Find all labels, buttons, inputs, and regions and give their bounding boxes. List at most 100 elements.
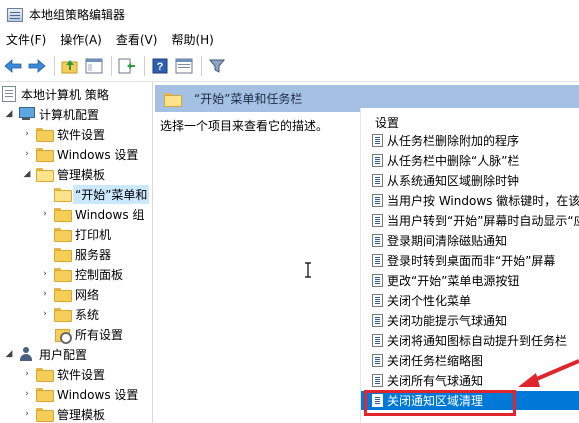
forward-button[interactable] xyxy=(26,55,48,77)
setting-label: 关闭任务栏缩略图 xyxy=(387,354,484,368)
export-list-button[interactable] xyxy=(116,55,138,77)
policy-setting-icon xyxy=(372,354,383,367)
window-title: 本地组策略编辑器 xyxy=(29,8,126,22)
svg-text:?: ? xyxy=(157,61,164,73)
expand-icon[interactable]: › xyxy=(40,289,50,299)
expand-icon[interactable]: › xyxy=(22,369,32,379)
highlight-annotation xyxy=(364,390,516,416)
properties-button[interactable] xyxy=(173,55,195,77)
collapse-icon[interactable]: ◢ xyxy=(22,169,32,179)
help-icon: ? xyxy=(152,58,168,74)
setting-row[interactable]: 从系统通知区域删除时钟 xyxy=(361,171,579,190)
collapse-icon[interactable]: ◢ xyxy=(4,349,14,359)
setting-row[interactable]: 更改“开始”菜单电源按钮 xyxy=(361,271,579,290)
expand-icon[interactable]: › xyxy=(40,209,50,219)
setting-row[interactable]: 关闭将通知图标自动提升到任务栏 xyxy=(361,331,579,350)
folder-icon xyxy=(54,268,72,282)
help-button[interactable]: ? xyxy=(149,55,171,77)
console-tree[interactable]: 本地计算机 策略 ◢ 计算机配置 › 软件设置 › Windows 设置 ◢ 管… xyxy=(0,82,153,423)
setting-row[interactable]: 登录期间清除磁贴通知 xyxy=(361,231,579,250)
tree-item-local-policy[interactable]: 本地计算机 策略 xyxy=(0,84,109,104)
tree-item-network[interactable]: › 网络 xyxy=(40,284,99,304)
folder-icon xyxy=(54,228,72,242)
setting-row[interactable]: 关闭个性化菜单 xyxy=(361,291,579,310)
tree-item-computer-config[interactable]: ◢ 计算机配置 xyxy=(4,104,99,124)
up-folder-button[interactable] xyxy=(59,55,81,77)
expand-icon[interactable]: › xyxy=(22,389,32,399)
back-arrow-icon xyxy=(4,59,22,73)
tree-item-server[interactable]: 服务器 xyxy=(40,244,111,264)
filter-button[interactable] xyxy=(206,55,228,77)
setting-label: 登录期间清除磁贴通知 xyxy=(387,234,508,248)
setting-row[interactable]: 关闭功能提示气球通知 xyxy=(361,311,579,330)
menu-action[interactable]: 操作(A) xyxy=(53,29,109,51)
show-hide-tree-button[interactable] xyxy=(83,55,105,77)
policy-setting-icon xyxy=(372,274,383,287)
menu-view[interactable]: 查看(V) xyxy=(109,29,165,51)
setting-label: 更改“开始”菜单电源按钮 xyxy=(387,274,520,288)
setting-row[interactable]: 当用户转到“开始”屏幕时自动显示“应用 xyxy=(361,211,579,230)
setting-row[interactable]: 从任务栏删除附加的程序 xyxy=(361,131,579,150)
folder-icon xyxy=(36,408,54,422)
setting-label: 关闭个性化菜单 xyxy=(387,294,472,308)
setting-row[interactable]: 当用户按 Windows 徽标键时，在该用 xyxy=(361,191,579,210)
forward-arrow-icon xyxy=(28,59,46,73)
expand-icon[interactable]: › xyxy=(22,409,32,419)
policy-setting-icon xyxy=(372,234,383,247)
tree-item-user-config[interactable]: ◢ 用户配置 xyxy=(4,344,87,364)
app-icon xyxy=(7,7,23,22)
folder-icon xyxy=(54,288,72,302)
tree-item-user-windows-settings[interactable]: › Windows 设置 xyxy=(22,384,138,404)
back-button[interactable] xyxy=(2,55,24,77)
filter-icon xyxy=(209,59,225,73)
setting-label: 从任务栏删除附加的程序 xyxy=(387,134,520,148)
tree-item-software-settings[interactable]: › 软件设置 xyxy=(22,124,105,144)
tree-item-user-software-settings[interactable]: › 软件设置 xyxy=(22,364,105,384)
setting-row[interactable]: 从任务栏中删除“人脉”栏 xyxy=(361,151,579,170)
tree-item-all-settings[interactable]: 所有设置 xyxy=(40,324,123,344)
policy-setting-icon xyxy=(372,214,383,227)
open-folder-icon xyxy=(54,188,72,202)
folder-icon xyxy=(36,368,54,382)
policy-setting-icon xyxy=(372,134,383,147)
setting-row[interactable]: 登录时转到桌面而非“开始”屏幕 xyxy=(361,251,579,270)
setting-label: 从系统通知区域删除时钟 xyxy=(387,174,520,188)
tree-item-windows-components[interactable]: › Windows 组 xyxy=(40,204,144,224)
menu-help[interactable]: 帮助(H) xyxy=(164,29,220,51)
tree-item-start-menu-taskbar[interactable]: “开始”菜单和 xyxy=(40,184,150,204)
setting-label: 当用户按 Windows 徽标键时，在该用 xyxy=(387,194,579,208)
folder-icon xyxy=(54,248,72,262)
menu-file[interactable]: 文件(F) xyxy=(0,29,53,51)
policy-setting-icon xyxy=(372,174,383,187)
collapse-icon[interactable]: ◢ xyxy=(4,109,14,119)
policy-setting-icon xyxy=(372,254,383,267)
expand-icon[interactable]: › xyxy=(22,149,32,159)
expand-icon[interactable]: › xyxy=(22,129,32,139)
tree-item-windows-settings[interactable]: › Windows 设置 xyxy=(22,144,138,164)
setting-label: 关闭将通知图标自动提升到任务栏 xyxy=(387,334,568,348)
tree-item-printers[interactable]: 打印机 xyxy=(40,224,111,244)
computer-icon xyxy=(18,107,35,121)
tree-item-system[interactable]: › 系统 xyxy=(40,304,99,324)
tree-item-admin-templates[interactable]: ◢ 管理模板 xyxy=(22,164,105,184)
folder-icon xyxy=(36,128,54,142)
export-icon xyxy=(118,58,135,74)
toolbar: ? xyxy=(0,51,579,82)
policy-setting-icon xyxy=(372,334,383,347)
policy-setting-icon xyxy=(372,314,383,327)
user-icon xyxy=(18,346,34,362)
toolbar-separator xyxy=(201,56,202,76)
tree-item-control-panel[interactable]: › 控制面板 xyxy=(40,264,123,284)
column-header-setting[interactable]: 设置 xyxy=(375,114,399,131)
expand-icon[interactable]: › xyxy=(40,269,50,279)
setting-label: 关闭功能提示气球通知 xyxy=(387,314,508,328)
properties-icon xyxy=(175,58,193,74)
policy-document-icon xyxy=(2,86,16,102)
tree-item-user-admin-templates[interactable]: › 管理模板 xyxy=(22,404,105,423)
setting-label: 当用户转到“开始”屏幕时自动显示“应用 xyxy=(387,214,579,228)
expand-icon[interactable]: › xyxy=(40,309,50,319)
